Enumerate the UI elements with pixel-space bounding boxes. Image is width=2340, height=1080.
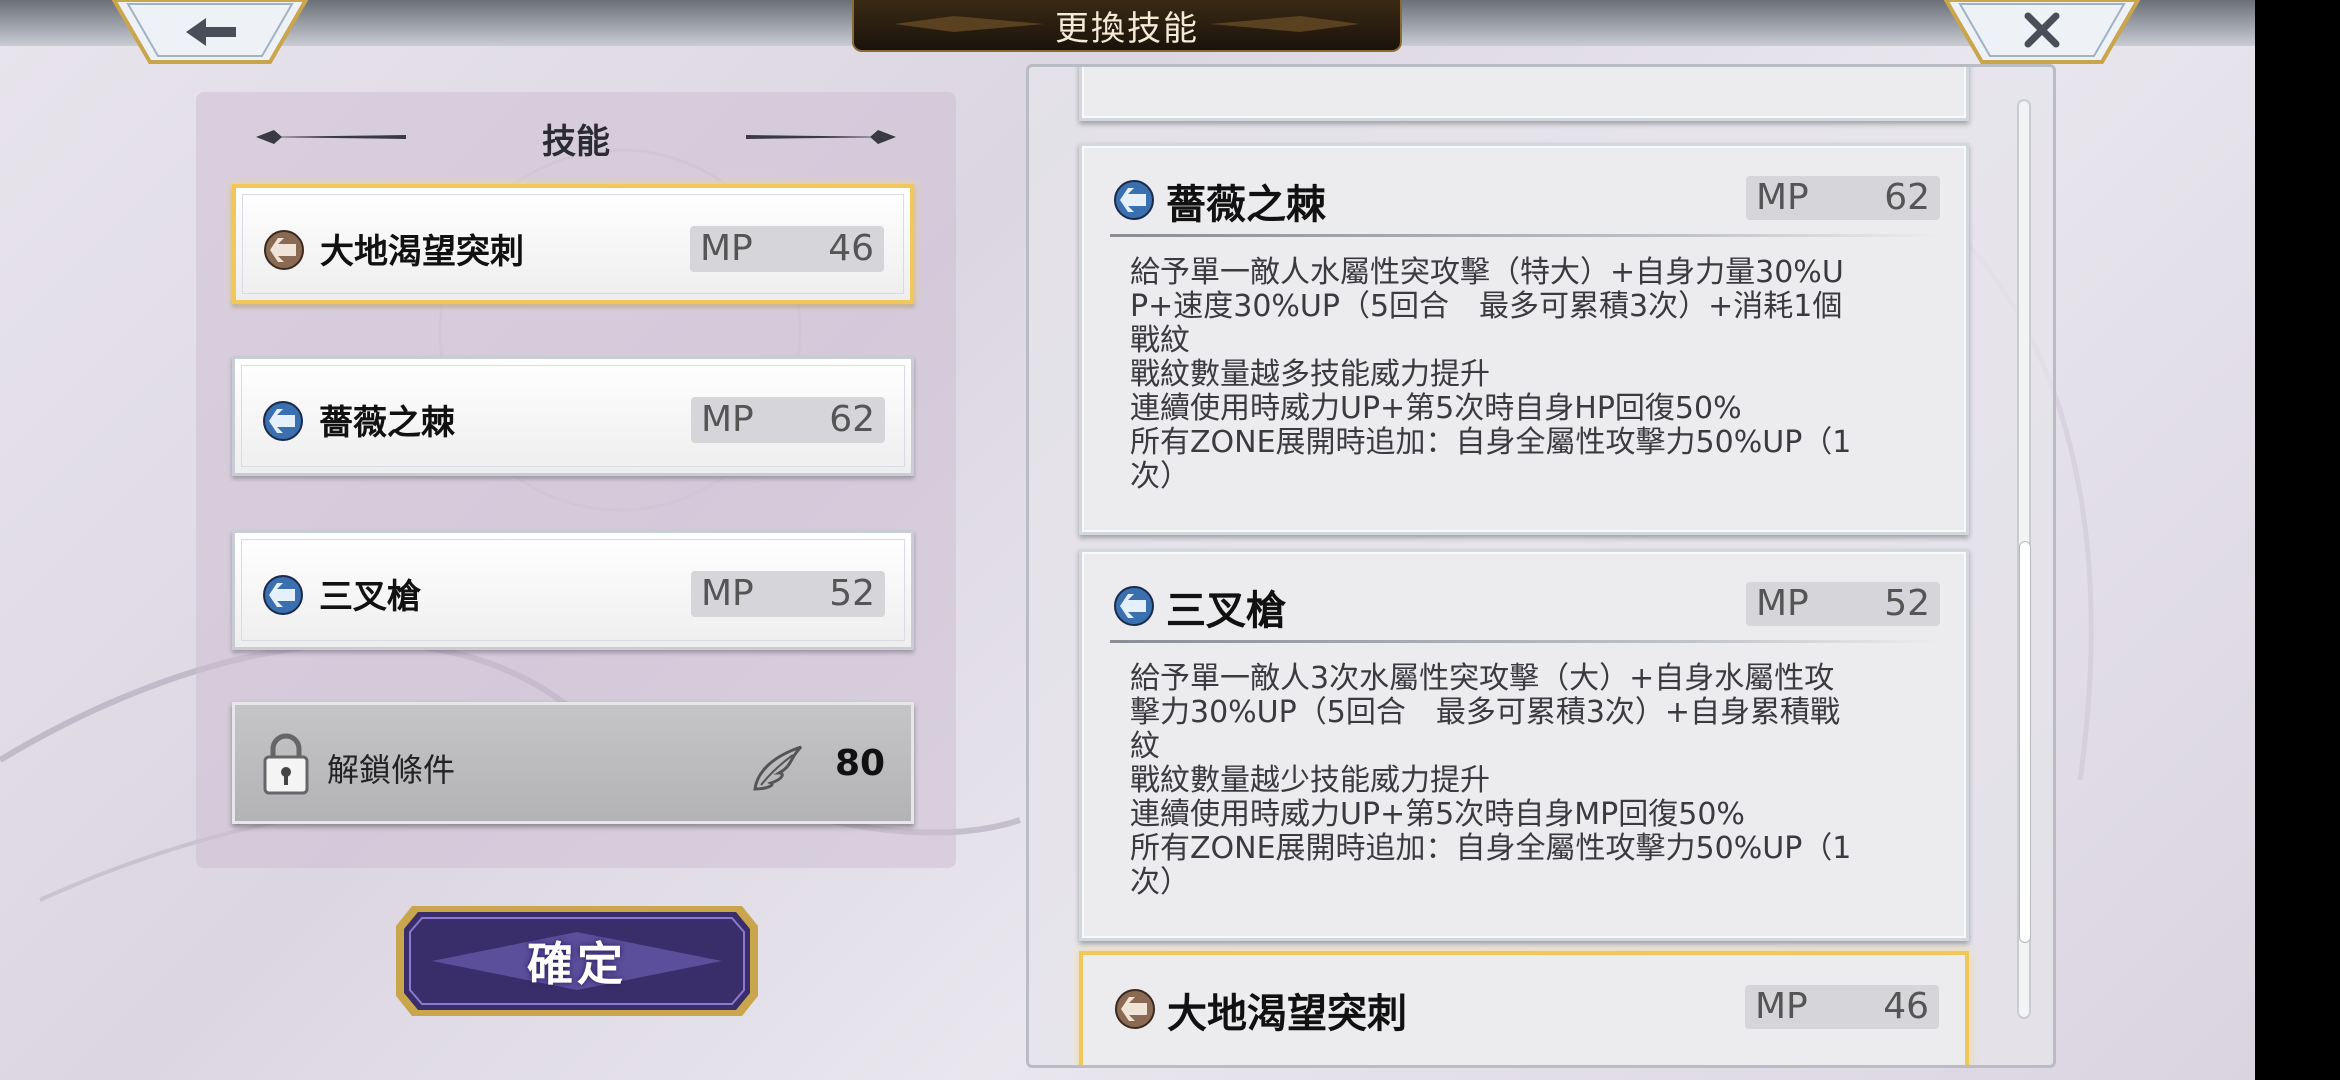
skill-description: 給予單一敵人水屬性突攻擊（特大）+自身力量30%U P+速度30%UP（5回合 … [1130, 255, 1852, 494]
unlock-value: 80 [835, 743, 886, 784]
skill-name: 三叉槍 [319, 577, 421, 617]
locked-skill-slot[interactable]: 解鎖條件 80 [232, 702, 914, 824]
confirm-button[interactable]: 確定 [392, 902, 762, 1020]
scrollbar[interactable] [2017, 99, 2031, 1019]
back-button[interactable] [110, 0, 310, 66]
skill-detail-panel[interactable]: 薔薇之棘 MP 62 給予單一敵人水屬性突攻擊（特大）+自身力量30%U P+速… [1026, 64, 2056, 1068]
divider [1110, 640, 1938, 643]
detail-mp-cost: MP 46 [1745, 985, 1939, 1029]
panel-title: 技能 [542, 122, 610, 162]
ornament-left-icon [894, 16, 1044, 32]
water-element-icon [1114, 180, 1154, 220]
earth-element-icon [264, 230, 304, 270]
detail-skill-name: 三叉槍 [1166, 587, 1286, 634]
divider [1110, 234, 1938, 237]
water-element-icon [263, 575, 303, 615]
water-element-icon [1114, 586, 1154, 626]
arrow-left-icon [111, 0, 309, 64]
unlock-label: 解鎖條件 [327, 751, 456, 789]
wing-icon [753, 745, 803, 791]
detail-mp-cost: MP 52 [1746, 582, 1940, 626]
lock-icon [263, 733, 309, 795]
scrollbar-thumb[interactable] [2019, 541, 2031, 943]
ornament-right-icon [1210, 16, 1360, 32]
close-icon [1943, 0, 2141, 64]
detail-card-2[interactable]: 三叉槍 MP 52 給予單一敵人3次水屬性突攻擊（大）+自身水屬性攻 擊力30%… [1079, 549, 1969, 941]
skill-row-3[interactable]: 三叉槍 MP 52 [232, 530, 914, 650]
screen-edge [2255, 0, 2340, 1080]
detail-skill-name: 大地渴望突刺 [1167, 990, 1407, 1037]
mp-cost: MP 46 [690, 226, 884, 272]
detail-mp-cost: MP 62 [1746, 176, 1940, 220]
mp-cost: MP 52 [691, 571, 885, 617]
detail-skill-name: 薔薇之棘 [1166, 181, 1326, 228]
page-title: 更換技能 [1055, 8, 1199, 49]
skill-name: 大地渴望突刺 [320, 232, 524, 272]
detail-card-1[interactable]: 薔薇之棘 MP 62 給予單一敵人水屬性突攻擊（特大）+自身力量30%U P+速… [1079, 143, 1969, 535]
water-element-icon [263, 401, 303, 441]
close-button[interactable] [1942, 0, 2142, 66]
skill-row-1[interactable]: 大地渴望突刺 MP 46 [232, 184, 914, 304]
skill-row-2[interactable]: 薔薇之棘 MP 62 [232, 356, 914, 476]
detail-card-3[interactable]: 大地渴望突刺 MP 46 [1079, 951, 1969, 1065]
mp-cost: MP 62 [691, 397, 885, 443]
title-plate: 更換技能 [852, 0, 1402, 52]
detail-card-previous [1079, 67, 1969, 121]
skill-description: 給予單一敵人3次水屬性突攻擊（大）+自身水屬性攻 擊力30%UP（5回合 最多可… [1130, 661, 1852, 900]
earth-element-icon [1115, 989, 1155, 1029]
skill-name: 薔薇之棘 [319, 403, 455, 443]
confirm-label: 確定 [527, 937, 627, 991]
skill-list-panel: 技能 大地渴望突刺 MP 46 薔薇之棘 MP 62 三叉槍 MP 52 解鎖條… [196, 92, 956, 868]
